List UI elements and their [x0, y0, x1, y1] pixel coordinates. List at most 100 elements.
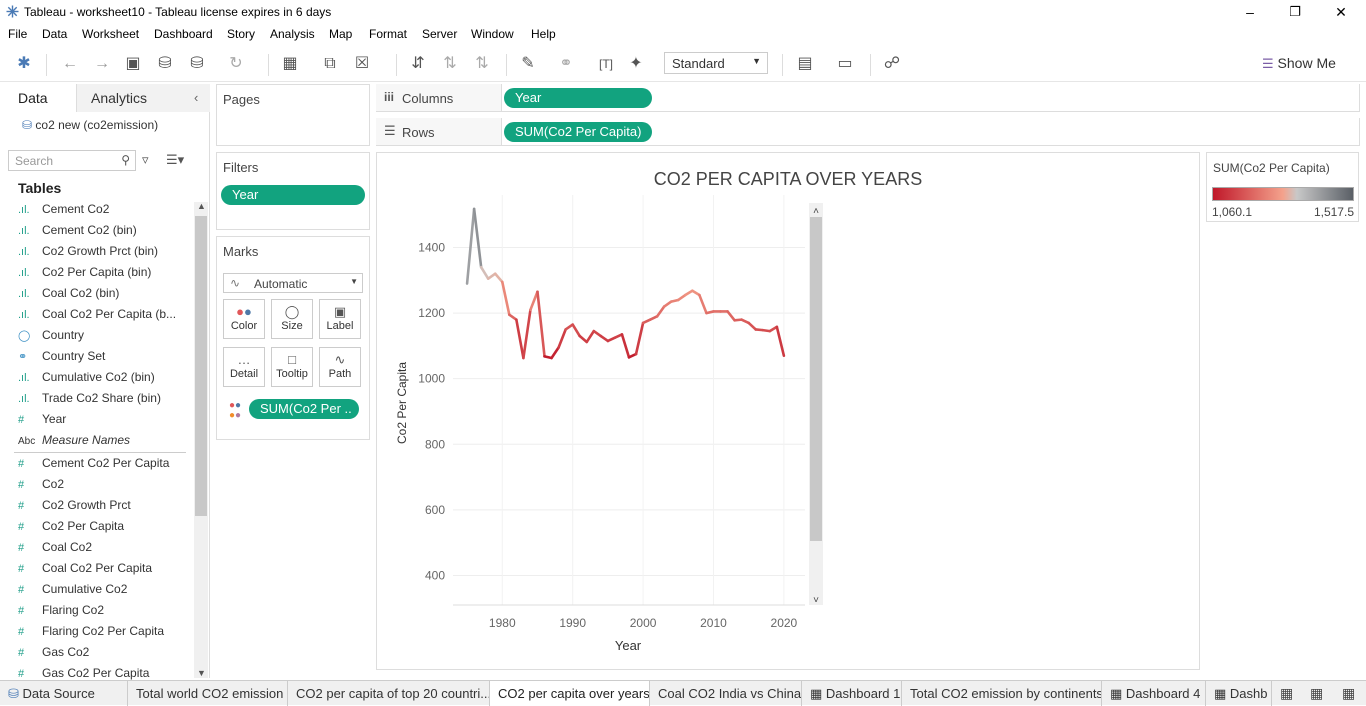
- line-segment[interactable]: [585, 329, 596, 344]
- columns-shelf[interactable]: Year: [502, 84, 1360, 112]
- tab-co2-per-capita-over-years[interactable]: CO2 per capita over years: [490, 681, 650, 706]
- mark-path-button[interactable]: ∿ Path: [319, 347, 361, 387]
- new-worksheet-icon[interactable]: ▦: [280, 54, 300, 74]
- line-segment[interactable]: [634, 321, 645, 356]
- undo-icon[interactable]: ←: [60, 54, 80, 74]
- line-segment[interactable]: [655, 305, 666, 318]
- line-segment[interactable]: [465, 207, 476, 285]
- filter-pill-year[interactable]: Year: [221, 185, 365, 205]
- show-me-button[interactable]: ☰ Show Me: [1262, 55, 1336, 72]
- menu-data[interactable]: Data: [42, 27, 67, 41]
- tab-dashboard-4[interactable]: ▦ Dashboard 4: [1102, 681, 1206, 706]
- new-worksheet-icon[interactable]: ▦: [1280, 685, 1293, 702]
- field-dimension[interactable]: .ıl. Co2 Per Capita (bin): [18, 265, 188, 286]
- share-icon[interactable]: ☍: [882, 54, 902, 74]
- menu-file[interactable]: File: [8, 27, 27, 41]
- line-segment[interactable]: [698, 293, 708, 315]
- line-segment[interactable]: [620, 333, 631, 359]
- presentation-icon[interactable]: ▭: [835, 54, 855, 74]
- mark-size-button[interactable]: ◯ Size: [271, 299, 313, 339]
- field-dimension[interactable]: .ıl. Coal Co2 (bin): [18, 286, 188, 307]
- mark-type-select[interactable]: ∿ Automatic ▼: [223, 273, 363, 293]
- field-measure[interactable]: # Co2 Per Capita: [18, 519, 188, 540]
- new-datasource-icon[interactable]: ⛁: [155, 54, 175, 74]
- sort-ascending-icon[interactable]: ⇅: [440, 54, 460, 74]
- restore-icon[interactable]: ❐: [1285, 2, 1305, 22]
- labels-icon[interactable]: [T]: [596, 54, 616, 74]
- marks-pill-co2-per-capita[interactable]: SUM(Co2 Per ..: [249, 399, 359, 419]
- mark-color-button[interactable]: ●● Color: [223, 299, 265, 339]
- chevron-down-icon[interactable]: ˅: [813, 595, 819, 606]
- line-segment[interactable]: [500, 280, 511, 317]
- tab-total-world-co2[interactable]: Total world CO2 emission: [128, 681, 288, 706]
- tab-co2-per-capita-top20[interactable]: CO2 per capita of top 20 countri...: [288, 681, 490, 706]
- line-segment[interactable]: [493, 272, 504, 284]
- field-measure[interactable]: # Coal Co2 Per Capita: [18, 561, 188, 582]
- refresh-icon[interactable]: ↻: [226, 54, 246, 74]
- pages-card[interactable]: Pages: [216, 84, 370, 146]
- line-segment[interactable]: [550, 346, 560, 360]
- line-segment[interactable]: [557, 328, 567, 349]
- line-segment[interactable]: [775, 325, 786, 358]
- new-story-icon[interactable]: ▦: [1342, 685, 1355, 702]
- menu-analysis[interactable]: Analysis: [270, 27, 315, 41]
- field-dimension[interactable]: .ıl. Coal Co2 Per Capita (b...: [18, 307, 188, 328]
- close-icon[interactable]: ✕: [1331, 2, 1351, 22]
- menu-story[interactable]: Story: [227, 27, 255, 41]
- rows-pill-co2-per-capita[interactable]: SUM(Co2 Per Capita): [504, 122, 652, 142]
- pin-icon[interactable]: ✦: [626, 54, 646, 74]
- mark-tooltip-button[interactable]: □ Tooltip: [271, 347, 313, 387]
- save-icon[interactable]: ▣: [123, 54, 143, 74]
- tab-dashboard-partial[interactable]: ▦ Dashb: [1206, 681, 1272, 706]
- sort-descending-icon[interactable]: ⇅: [472, 54, 492, 74]
- chevron-up-icon[interactable]: ▲: [197, 201, 206, 211]
- tab-data[interactable]: Data: [0, 84, 76, 112]
- line-segment[interactable]: [522, 308, 532, 360]
- field-list-scrollbar[interactable]: ▲ ▼: [194, 201, 208, 678]
- datasource-item[interactable]: ⛁ co2 new (co2emission): [22, 118, 158, 132]
- field-measure[interactable]: # Flaring Co2 Per Capita: [18, 624, 188, 645]
- field-dimension[interactable]: Abc Measure Names: [18, 433, 188, 454]
- field-measure[interactable]: # Gas Co2: [18, 645, 188, 666]
- collapse-pane-icon[interactable]: ‹: [194, 90, 198, 105]
- clear-sheet-icon[interactable]: ☒: [352, 54, 372, 74]
- tab-analytics[interactable]: Analytics: [76, 84, 210, 112]
- line-segment[interactable]: [515, 318, 525, 360]
- group-icon[interactable]: ⚭: [556, 54, 576, 74]
- field-dimension[interactable]: .ıl. Trade Co2 Share (bin): [18, 391, 188, 412]
- filters-card[interactable]: Filters Year: [216, 152, 370, 230]
- field-dimension[interactable]: .ıl. Cumulative Co2 (bin): [18, 370, 188, 391]
- field-dimension[interactable]: .ıl. Co2 Growth Prct (bin): [18, 244, 188, 265]
- fit-select[interactable]: Standard ▼: [664, 52, 768, 74]
- field-measure[interactable]: # Flaring Co2: [18, 603, 188, 624]
- menu-window[interactable]: Window: [471, 27, 514, 41]
- field-dimension[interactable]: .ıl. Cement Co2: [18, 202, 188, 223]
- line-segment[interactable]: [472, 207, 483, 269]
- line-segment[interactable]: [479, 265, 490, 280]
- line-segment[interactable]: [578, 334, 589, 344]
- scrollbar-thumb[interactable]: [195, 216, 207, 516]
- field-dimension[interactable]: .ıl. Cement Co2 (bin): [18, 223, 188, 244]
- highlight-icon[interactable]: ✎: [518, 54, 538, 74]
- line-segment[interactable]: [529, 290, 539, 312]
- minimize-icon[interactable]: –: [1240, 2, 1260, 22]
- tab-coal-co2-india-china[interactable]: Coal CO2 India vs China: [650, 681, 802, 706]
- mark-label-button[interactable]: ▣ Label: [319, 299, 361, 339]
- menu-server[interactable]: Server: [422, 27, 457, 41]
- field-measure[interactable]: # Cement Co2 Per Capita: [18, 456, 188, 477]
- new-dashboard-icon[interactable]: ▦: [1310, 685, 1323, 702]
- chevron-up-icon[interactable]: ˄: [813, 206, 819, 217]
- tab-data-source[interactable]: ⛁ Data Source: [0, 681, 128, 706]
- field-dimension[interactable]: ⚭ Country Set: [18, 349, 188, 370]
- view-scrollbar-thumb[interactable]: [810, 217, 822, 541]
- mark-detail-button[interactable]: … Detail: [223, 347, 265, 387]
- swap-icon[interactable]: ⇵: [408, 54, 428, 74]
- color-legend[interactable]: SUM(Co2 Per Capita) 1,060.1 1,517.5: [1206, 152, 1359, 222]
- field-measure[interactable]: # Co2 Growth Prct: [18, 498, 188, 519]
- field-measure[interactable]: # Coal Co2: [18, 540, 188, 561]
- menu-map[interactable]: Map: [329, 27, 352, 41]
- tableau-home-icon[interactable]: ✱: [14, 54, 34, 74]
- columns-pill-year[interactable]: Year: [504, 88, 652, 108]
- menu-worksheet[interactable]: Worksheet: [82, 27, 139, 41]
- menu-help[interactable]: Help: [531, 27, 556, 41]
